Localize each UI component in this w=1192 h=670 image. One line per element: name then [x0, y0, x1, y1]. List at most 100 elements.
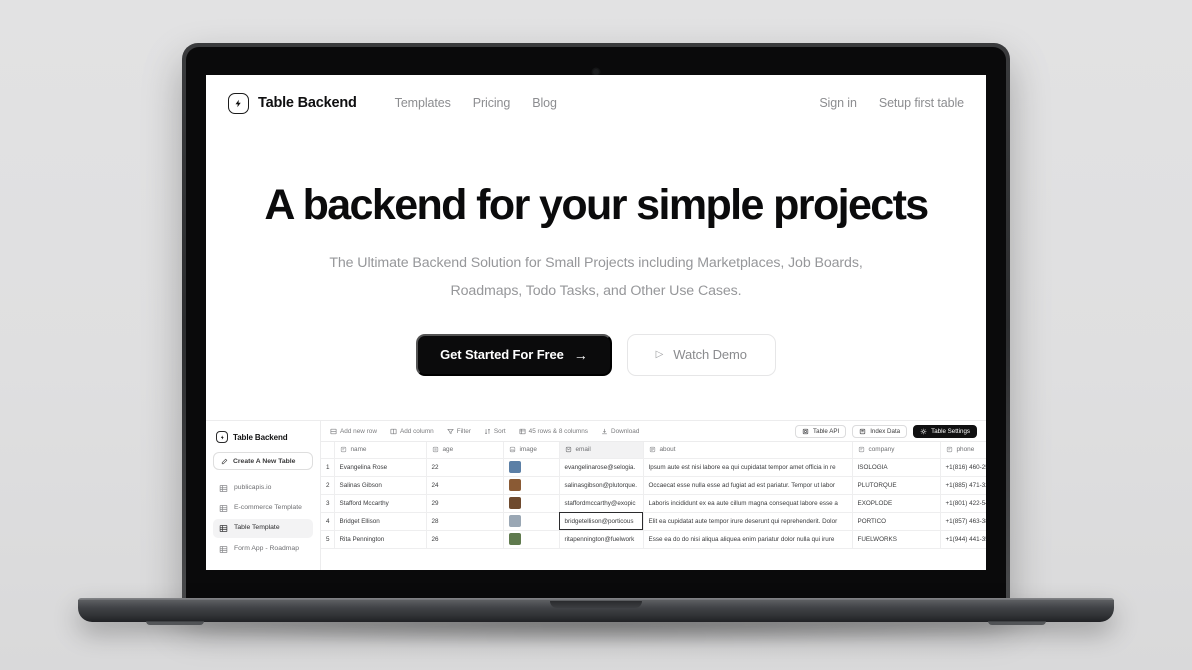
cell-company[interactable]: PORTICO [852, 512, 941, 531]
cell-age[interactable]: 24 [426, 476, 504, 495]
app-sidebar-logo[interactable]: Table Backend [213, 429, 313, 452]
sort-button[interactable]: Sort [484, 428, 506, 435]
table-row[interactable]: 3 Stafford Mccarthy 29 staffordmccarthy@exo… [321, 494, 986, 513]
cell-email[interactable]: ritapennington@fuelwork [559, 530, 644, 549]
main-nav: Templates Pricing Blog [395, 96, 557, 110]
cell-image[interactable] [503, 476, 560, 495]
column-header-email[interactable]: email [559, 442, 644, 459]
text-type-icon [858, 447, 864, 453]
column-header-about[interactable]: about [643, 442, 853, 459]
column-header-image[interactable]: image [503, 442, 560, 459]
cell-phone[interactable]: +1(816) 460-2594 [940, 458, 986, 477]
create-new-table-button[interactable]: Create A New Table [213, 452, 313, 470]
cell-age[interactable]: 22 [426, 458, 504, 477]
watch-demo-label: Watch Demo [673, 347, 747, 363]
text-type-icon [946, 447, 952, 453]
watch-demo-button[interactable]: ▷ Watch Demo [626, 333, 776, 376]
setup-first-table-link[interactable]: Setup first table [879, 96, 964, 110]
cell-image[interactable] [503, 512, 560, 531]
cell-name[interactable]: Stafford Mccarthy [334, 494, 427, 513]
row-number[interactable]: 3 [321, 494, 335, 513]
row-number[interactable]: 2 [321, 476, 335, 495]
add-column-button[interactable]: Add column [390, 428, 434, 435]
cell-email[interactable]: bridgetellison@porticous [559, 512, 644, 531]
row-number[interactable]: 4 [321, 512, 335, 531]
text-type-icon [340, 447, 346, 453]
cell-image[interactable] [503, 458, 560, 477]
row-column-count-label: 45 rows & 8 columns [528, 427, 588, 435]
filter-button[interactable]: Filter [446, 428, 471, 435]
cell-company[interactable]: PLUTORQUE [852, 476, 941, 495]
download-button[interactable]: Download [601, 428, 639, 435]
laptop-shadow [100, 620, 1092, 646]
nav-link-pricing[interactable]: Pricing [473, 96, 511, 110]
site-logo[interactable]: Table Backend [228, 92, 357, 114]
avatar [508, 533, 521, 545]
cell-phone[interactable]: +1(944) 441-3594 [940, 530, 986, 549]
table-settings-button[interactable]: Table Settings [913, 424, 977, 438]
sidebar-item-form-app-roadmap[interactable]: Form App - Roadmap [213, 540, 313, 558]
table-row[interactable]: 5 Rita Pennington 26 ritapennington@fuelwor… [321, 530, 986, 549]
sidebar-item-ecommerce-template[interactable]: E-commerce Template [213, 499, 313, 517]
laptop-mockup: Table Backend Templates Pricing Blog Sig… [0, 0, 1192, 670]
table-body: 1 Evangelina Rose 22 evangelinarose@selogia… [321, 458, 986, 549]
column-header-phone[interactable]: phone [940, 442, 986, 459]
column-header-label: name [350, 446, 367, 454]
cell-email[interactable]: salinasgibson@plutorque. [559, 476, 644, 495]
download-label: Download [610, 427, 640, 435]
cell-image[interactable] [503, 494, 560, 513]
cell-phone[interactable]: +1(801) 422-5469 [940, 494, 986, 513]
cell-name[interactable]: Bridget Ellison [334, 512, 427, 531]
column-header-age[interactable]: age [426, 442, 504, 459]
cell-company[interactable]: ISOLOGIA [852, 458, 941, 477]
add-column-label: Add column [399, 427, 434, 435]
get-started-button[interactable]: Get Started For Free → [416, 333, 612, 376]
nav-link-templates[interactable]: Templates [395, 96, 451, 110]
add-new-row-button[interactable]: Add new row [330, 428, 377, 435]
table-icon [219, 505, 228, 513]
cell-name[interactable]: Evangelina Rose [334, 458, 427, 477]
index-data-button[interactable]: Index Data [852, 424, 908, 438]
filter-icon [446, 428, 454, 434]
nav-link-blog[interactable]: Blog [532, 96, 557, 110]
cell-name[interactable]: Salinas Gibson [334, 476, 427, 495]
cell-phone[interactable]: +1(885) 471-3228 [940, 476, 986, 495]
column-header-company[interactable]: company [852, 442, 941, 459]
hero-cta-row: Get Started For Free → ▷ Watch Demo [246, 333, 946, 376]
app-sidebar-logo-text: Table Backend [233, 432, 288, 442]
cell-company[interactable]: EXOPLODE [852, 494, 941, 513]
sidebar-item-label: E-commerce Template [234, 504, 302, 512]
row-number[interactable]: 5 [321, 530, 335, 549]
cell-about[interactable]: Esse ea do do nisi aliqua aliquea enim p… [643, 530, 853, 549]
cell-about[interactable]: Elit ea cupidatat aute tempor irure dese… [643, 512, 853, 531]
cell-image[interactable] [503, 530, 560, 549]
cell-about[interactable]: Ipsum aute est nisi labore ea qui cupida… [643, 458, 853, 477]
avatar [508, 461, 521, 473]
cell-email[interactable]: staffordmccarthy@exopic [559, 494, 644, 513]
nav-actions: Sign in Setup first table [819, 96, 964, 110]
column-header-label: company [868, 446, 895, 454]
sidebar-item-publicapis[interactable]: publicapis.io [213, 479, 313, 497]
cell-phone[interactable]: +1(857) 463-3864 [940, 512, 986, 531]
cell-age[interactable]: 29 [426, 494, 504, 513]
cell-about[interactable]: Laboris incididunt ex ea aute cillum mag… [643, 494, 853, 513]
sidebar-item-table-template[interactable]: Table Template [213, 519, 313, 538]
sidebar-item-label: Table Template [234, 524, 280, 532]
table-row[interactable]: 2 Salinas Gibson 24 salinasgibson@plutorque… [321, 476, 986, 495]
cell-age[interactable]: 28 [426, 512, 504, 531]
row-number[interactable]: 1 [321, 458, 335, 477]
sign-in-link[interactable]: Sign in [819, 96, 857, 110]
table-api-label: Table API [813, 427, 840, 435]
cell-email[interactable]: evangelinarose@selogia. [559, 458, 644, 477]
column-header-name[interactable]: name [334, 442, 427, 459]
cell-name[interactable]: Rita Pennington [334, 530, 427, 549]
table-api-button[interactable]: Table API [795, 424, 847, 438]
index-icon [860, 428, 866, 434]
cell-about[interactable]: Occaecat esse nulla esse ad fugiat ad es… [643, 476, 853, 495]
table-icon [219, 485, 228, 492]
table-row[interactable]: 1 Evangelina Rose 22 evangelinarose@selogia… [321, 458, 986, 477]
table-row[interactable]: 4 Bridget Ellison 28 bridgetellison@portico… [321, 512, 986, 531]
sort-label: Sort [493, 427, 506, 435]
cell-company[interactable]: FUELWORKS [852, 530, 941, 549]
cell-age[interactable]: 26 [426, 530, 504, 549]
